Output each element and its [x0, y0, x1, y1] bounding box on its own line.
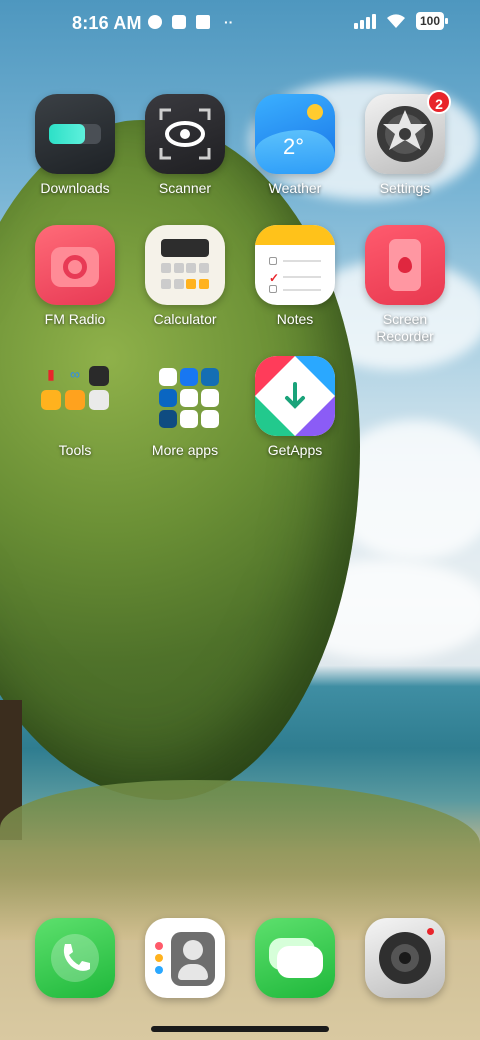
clock: 8:16 AM [72, 13, 142, 33]
app-getapps[interactable]: GetApps [240, 356, 350, 459]
folder-label: More apps [151, 442, 219, 458]
more-notifications-indicator: ·· [224, 14, 234, 30]
play-store-icon [180, 410, 198, 428]
downloads-icon [35, 94, 115, 174]
messages-icon [255, 918, 335, 998]
app-fm-radio[interactable]: FM Radio [20, 225, 130, 328]
more-apps-folder-icon [145, 356, 225, 436]
app-label: Scanner [158, 180, 212, 196]
app-mini-icon [201, 368, 219, 386]
app-label: Settings [379, 180, 431, 196]
weather-icon: 2° [255, 94, 335, 174]
app-label: FM Radio [44, 311, 106, 327]
upload-icon [196, 15, 210, 29]
image-icon [172, 15, 186, 29]
app-label: Calculator [153, 311, 217, 327]
vpn-icon [148, 15, 162, 29]
app-mini-icon [65, 390, 85, 410]
app-screen-recorder[interactable]: Screen Recorder [350, 225, 460, 345]
recorder-mini-icon: ▮ [47, 366, 55, 382]
app-mini-icon [41, 390, 61, 410]
app-mini-icon [180, 389, 198, 407]
app-label: Notes [276, 311, 314, 327]
battery-icon: 100 [415, 12, 449, 30]
dock-camera[interactable] [365, 918, 445, 998]
dock-messages[interactable] [255, 918, 335, 998]
app-downloads[interactable]: Downloads [20, 94, 130, 197]
folder-tools[interactable]: ▮ ∞ Tools [20, 356, 130, 459]
radio-icon [35, 225, 115, 305]
google-assistant-icon [201, 410, 219, 428]
app-settings[interactable]: 2 Settings [350, 90, 460, 197]
tree [0, 120, 360, 800]
wifi-icon [386, 14, 405, 28]
notification-badge: 2 [427, 90, 451, 114]
app-calculator[interactable]: Calculator [130, 225, 240, 328]
notes-icon: ✓ [255, 225, 335, 305]
facebook-icon [180, 368, 198, 386]
app-mini-icon [89, 366, 109, 386]
app-mini-icon [159, 410, 177, 428]
app-mini-icon [159, 368, 177, 386]
camera-icon [365, 918, 445, 998]
app-scanner[interactable]: Scanner [130, 94, 240, 197]
calculator-icon [145, 225, 225, 305]
weather-temperature: 2° [283, 134, 305, 159]
app-mini-icon [201, 389, 219, 407]
app-label: Downloads [40, 180, 110, 196]
signal-icon [353, 13, 376, 29]
app-label: Weather [268, 180, 322, 196]
home-indicator[interactable] [151, 1026, 329, 1032]
contacts-icon [145, 918, 225, 998]
infinity-mini-icon: ∞ [70, 366, 80, 382]
app-label: Screen Recorder [376, 311, 434, 344]
folder-more-apps[interactable]: More apps [130, 356, 240, 459]
screen-recorder-icon [365, 225, 445, 305]
app-mini-icon [89, 390, 109, 410]
dock-phone[interactable] [35, 918, 115, 998]
app-notes[interactable]: ✓ Notes [240, 225, 350, 328]
getapps-icon [255, 356, 335, 436]
linkedin-icon [159, 389, 177, 407]
dock-contacts[interactable] [145, 918, 225, 998]
app-label: GetApps [267, 442, 323, 458]
scanner-icon [145, 94, 225, 174]
app-weather[interactable]: 2° Weather [240, 94, 350, 197]
phone-icon [35, 918, 115, 998]
status-bar: 8:16 AM ·· 100 [0, 0, 480, 46]
folder-label: Tools [58, 442, 92, 458]
tools-folder-icon: ▮ ∞ [35, 356, 115, 436]
